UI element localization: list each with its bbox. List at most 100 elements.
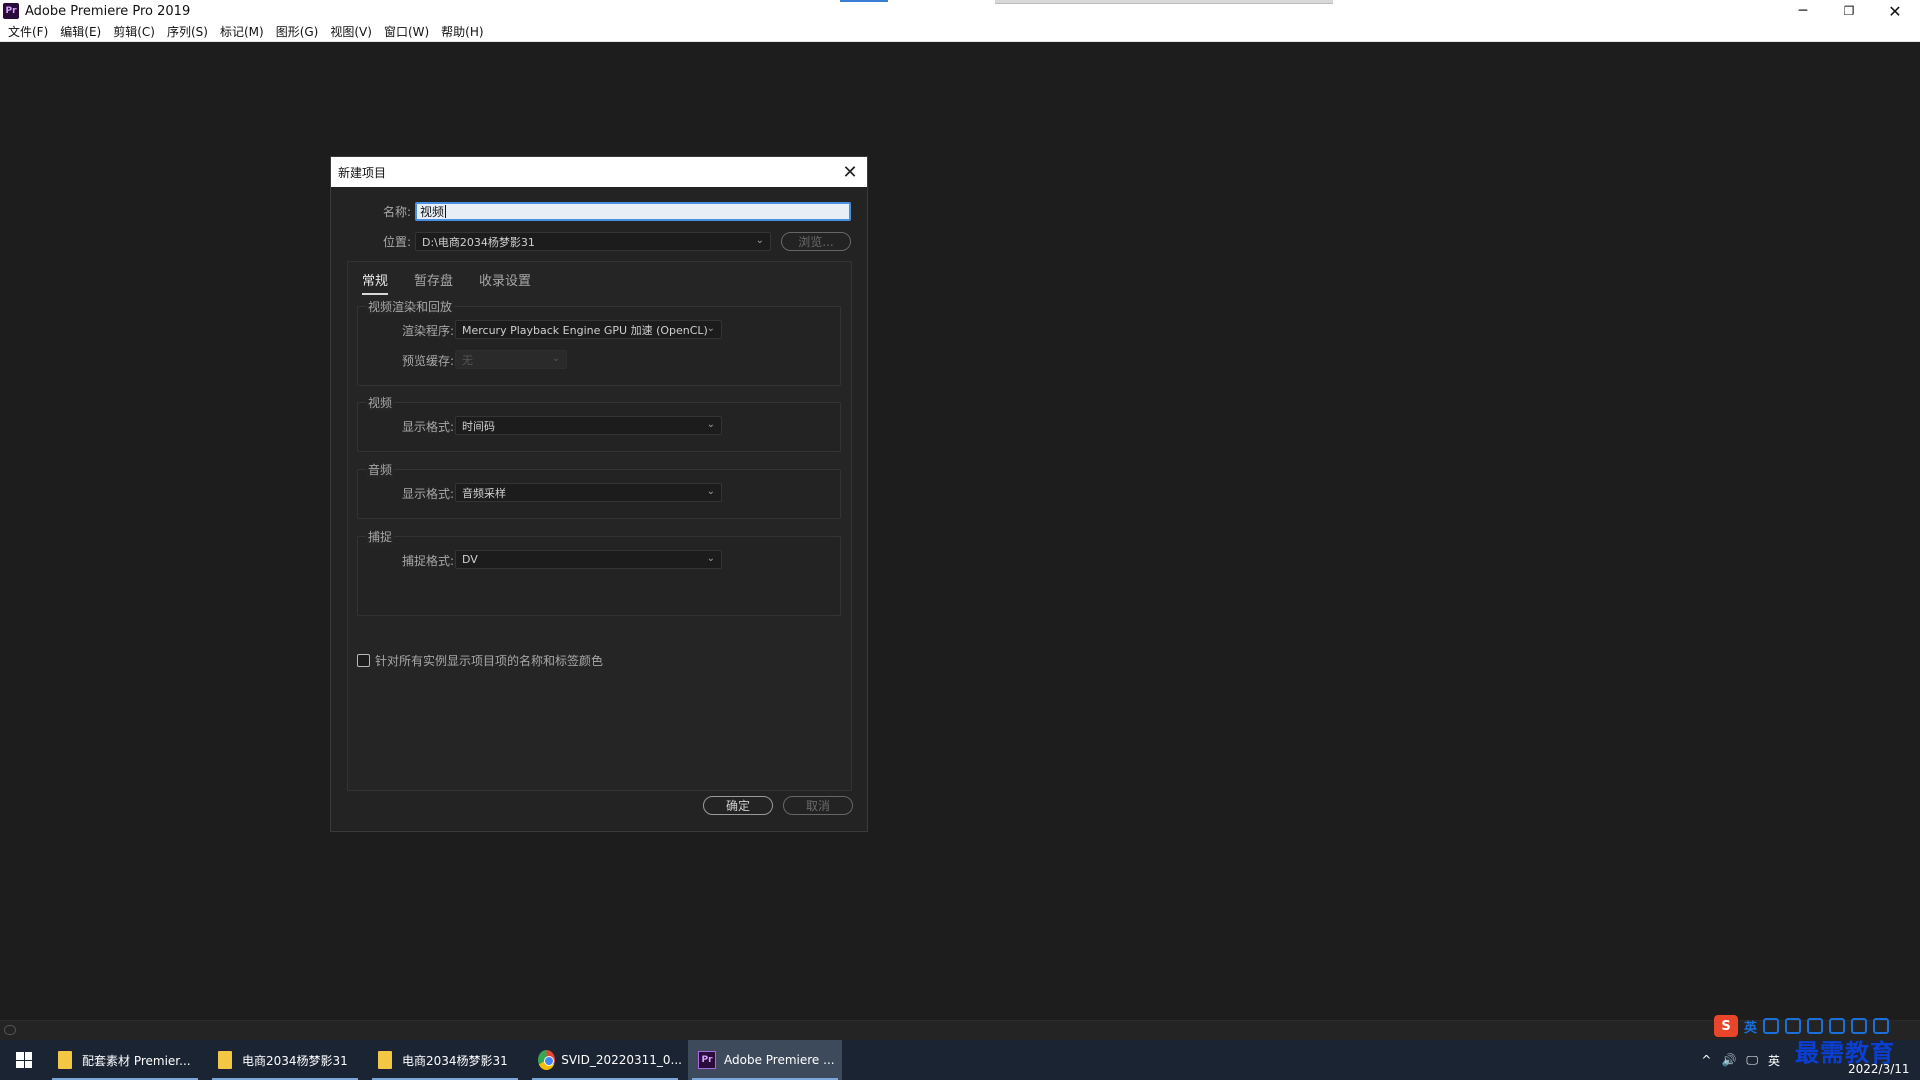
window-title: Adobe Premiere Pro 2019	[25, 3, 191, 19]
status-indicator-icon[interactable]	[4, 1025, 16, 1035]
menu-bar: 文件(F) 编辑(E) 剪辑(C) 序列(S) 标记(M) 图形(G) 视图(V…	[0, 22, 1920, 42]
ime-skin-icon[interactable]	[1851, 1018, 1868, 1034]
dialog-title: 新建项目	[338, 165, 387, 180]
folder-icon	[378, 1051, 392, 1069]
chevron-down-icon: ⌄	[706, 553, 715, 564]
location-value: D:\电商2034杨梦影31	[422, 235, 535, 249]
taskbar-item-label: Adobe Premiere ...	[724, 1053, 835, 1067]
taskbar-item-label: 电商2034杨梦影31	[242, 1053, 348, 1068]
chevron-down-icon: ⌄	[706, 486, 715, 497]
title-bar: Pr Adobe Premiere Pro 2019 ─ ❐ ✕	[0, 0, 1920, 22]
preview-cache-label: 预览缓存:	[402, 354, 455, 368]
tab-scratch-disks[interactable]: 暂存盘	[414, 270, 453, 295]
renderer-label: 渲染程序:	[402, 324, 455, 338]
text-caret	[445, 205, 447, 218]
capture-group-title: 捕捉	[366, 528, 395, 545]
minimize-button[interactable]: ─	[1780, 0, 1826, 22]
menu-help[interactable]: 帮助(H)	[435, 23, 489, 40]
folder-icon	[218, 1051, 232, 1069]
premiere-icon: Pr	[698, 1051, 716, 1069]
chevron-down-icon: ⌄	[551, 353, 560, 364]
network-icon[interactable]: 🖵	[1746, 1053, 1758, 1068]
menu-window[interactable]: 窗口(W)	[378, 23, 435, 40]
audio-display-format-value: 音频采样	[462, 486, 506, 500]
taskbar-item-label: 电商2034杨梦影31	[402, 1053, 508, 1068]
capture-group: 捕捉 捕捉格式: DV ⌄	[357, 528, 841, 616]
premiere-app-icon: Pr	[3, 3, 19, 19]
folder-icon	[58, 1051, 72, 1069]
taskbar-item-label: 配套素材 Premier...	[82, 1053, 191, 1068]
video-display-format-label: 显示格式:	[402, 420, 455, 434]
status-bar	[0, 1020, 1920, 1040]
project-name-input[interactable]: 视频	[415, 202, 851, 221]
sogou-logo-icon[interactable]: S	[1714, 1015, 1738, 1037]
preview-cache-value: 无	[462, 353, 473, 367]
tray-overflow-icon[interactable]: ^	[1701, 1053, 1711, 1067]
menu-sequence[interactable]: 序列(S)	[161, 23, 214, 40]
ime-emoji-icon[interactable]	[1763, 1018, 1780, 1034]
ime-user-icon[interactable]	[1829, 1018, 1846, 1034]
windows-logo-icon	[16, 1052, 32, 1068]
capture-format-select[interactable]: DV ⌄	[455, 550, 722, 569]
chevron-down-icon: ⌄	[706, 323, 715, 334]
preview-cache-select: 无 ⌄	[455, 350, 567, 369]
menu-view[interactable]: 视图(V)	[324, 23, 378, 40]
audio-display-format-label: 显示格式:	[402, 487, 455, 501]
dialog-tabs: 常规 暂存盘 收录设置	[362, 270, 557, 295]
video-group: 视频 显示格式: 时间码 ⌄	[357, 394, 841, 452]
dialog-header: 新建项目 ✕	[331, 157, 867, 187]
project-name-value: 视频	[420, 205, 445, 219]
maximize-button[interactable]: ❐	[1826, 0, 1872, 22]
new-project-dialog: 新建项目 ✕ 名称: 视频 位置: D:\电商2034杨梦影31 ⌄ 浏览...…	[330, 156, 868, 832]
chevron-down-icon: ⌄	[706, 419, 715, 430]
taskbar-item-folder-3[interactable]: 电商2034杨梦影31	[368, 1040, 522, 1080]
render-group-title: 视频渲染和回放	[366, 298, 455, 315]
menu-graphics[interactable]: 图形(G)	[270, 23, 325, 40]
menu-edit[interactable]: 编辑(E)	[54, 23, 107, 40]
ok-button[interactable]: 确定	[703, 796, 773, 815]
ime-keyboard-icon[interactable]	[1807, 1018, 1824, 1034]
ime-mic-icon[interactable]	[1785, 1018, 1802, 1034]
location-select[interactable]: D:\电商2034杨梦影31 ⌄	[415, 232, 771, 251]
tab-ingest-settings[interactable]: 收录设置	[479, 270, 531, 295]
render-group: 视频渲染和回放 渲染程序: Mercury Playback Engine GP…	[357, 298, 841, 386]
taskbar-item-chrome[interactable]: SVID_20220311_0...	[528, 1040, 682, 1080]
clock-date[interactable]: 2022/3/11	[1848, 1062, 1910, 1076]
browse-button[interactable]: 浏览...	[781, 232, 851, 251]
video-display-format-select[interactable]: 时间码 ⌄	[455, 416, 722, 435]
menu-clip[interactable]: 剪辑(C)	[107, 23, 161, 40]
audio-group: 音频 显示格式: 音频采样 ⌄	[357, 461, 841, 519]
location-row: 位置: D:\电商2034杨梦影31 ⌄ 浏览...	[331, 232, 851, 251]
menu-file[interactable]: 文件(F)	[2, 23, 54, 40]
name-label: 名称:	[382, 205, 411, 219]
taskbar-item-label: SVID_20220311_0...	[561, 1053, 682, 1067]
start-button[interactable]	[0, 1040, 48, 1080]
label-color-checkbox[interactable]	[357, 654, 370, 667]
tab-general[interactable]: 常规	[362, 270, 389, 295]
taskbar-item-folder-2[interactable]: 电商2034杨梦影31	[208, 1040, 362, 1080]
renderer-select[interactable]: Mercury Playback Engine GPU 加速 (OpenCL) …	[455, 320, 722, 339]
ime-grid-icon[interactable]	[1873, 1018, 1890, 1034]
taskbar: 配套素材 Premier... 电商2034杨梦影31 电商2034杨梦影31 …	[0, 1040, 1920, 1080]
cancel-button[interactable]: 取消	[783, 796, 853, 815]
menu-markers[interactable]: 标记(M)	[214, 23, 270, 40]
audio-display-format-select[interactable]: 音频采样 ⌄	[455, 483, 722, 502]
volume-icon[interactable]: 🔊	[1721, 1053, 1736, 1067]
chrome-icon	[538, 1050, 556, 1070]
overlay-strip	[995, 0, 1333, 4]
taskbar-item-folder-1[interactable]: 配套素材 Premier...	[48, 1040, 202, 1080]
ime-mode[interactable]: 英	[1744, 1017, 1757, 1036]
audio-group-title: 音频	[366, 461, 395, 478]
taskbar-item-premiere[interactable]: Pr Adobe Premiere ...	[688, 1040, 842, 1080]
dialog-close-icon[interactable]: ✕	[839, 161, 861, 183]
capture-format-label: 捕捉格式:	[402, 554, 455, 568]
video-group-title: 视频	[366, 394, 395, 411]
label-color-option: 针对所有实例显示项目项的名称和标签颜色	[357, 652, 603, 669]
input-language[interactable]: 英	[1768, 1052, 1780, 1069]
label-color-checkbox-label: 针对所有实例显示项目项的名称和标签颜色	[375, 654, 604, 668]
chevron-down-icon: ⌄	[755, 235, 764, 246]
name-row: 名称: 视频	[331, 202, 851, 221]
video-display-format-value: 时间码	[462, 419, 495, 433]
location-label: 位置:	[382, 235, 411, 249]
close-window-button[interactable]: ✕	[1872, 0, 1918, 22]
